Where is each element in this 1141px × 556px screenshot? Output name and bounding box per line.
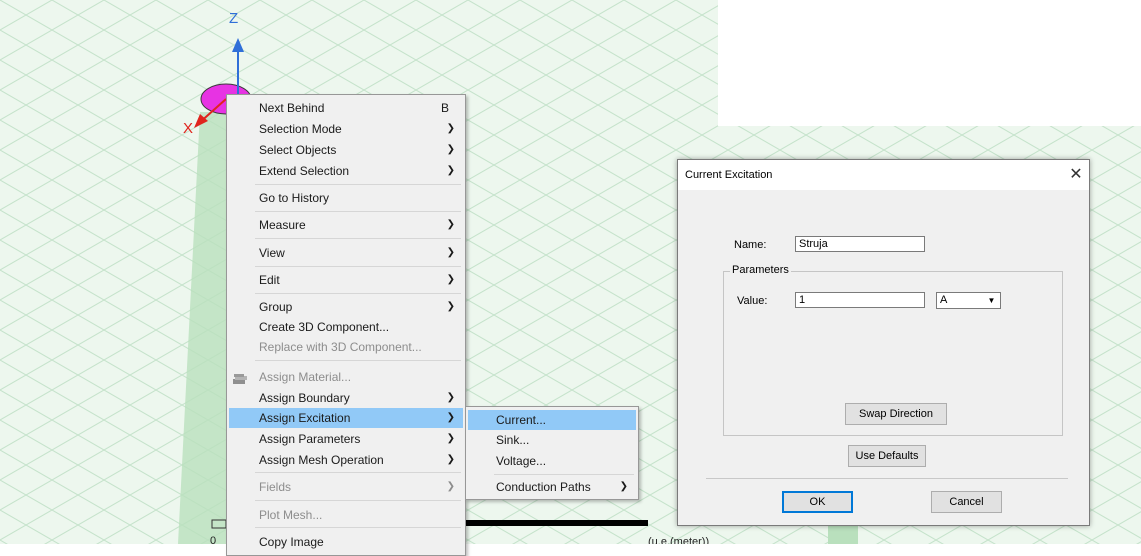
- menu-separator: [494, 474, 634, 475]
- chevron-right-icon: ❯: [446, 412, 455, 423]
- menu-item-label: Voltage...: [496, 454, 547, 468]
- menu-item-fields: Fields ❯: [229, 477, 463, 497]
- ok-button[interactable]: OK: [782, 491, 853, 513]
- menu-item-view[interactable]: View ❯: [229, 243, 463, 263]
- menu-item-label: Edit: [259, 273, 280, 287]
- chevron-right-icon: ❯: [619, 481, 628, 492]
- chevron-right-icon: ❯: [446, 144, 455, 155]
- chevron-right-icon: ❯: [446, 433, 455, 444]
- blank-area: [718, 0, 1141, 126]
- menu-item-label: Assign Boundary: [259, 391, 350, 405]
- menu-item-label: Copy Image: [259, 535, 324, 549]
- menu-item-label: Sink...: [496, 433, 530, 447]
- menu-item-label: Group: [259, 300, 293, 314]
- chevron-right-icon: ❯: [446, 165, 455, 176]
- name-field[interactable]: Struja: [795, 236, 925, 252]
- menu-item-label: Conduction Paths: [496, 480, 591, 494]
- menu-separator: [255, 293, 461, 294]
- menu-item-label: Measure: [259, 218, 306, 232]
- menu-item-replace-3d-component: Replace with 3D Component...: [229, 337, 463, 357]
- menu-item-label: Assign Excitation: [259, 411, 351, 425]
- dialog-title: Current Excitation: [685, 169, 773, 181]
- menu-item-extend-selection[interactable]: Extend Selection ❯: [229, 161, 463, 181]
- z-axis-label: Z: [229, 10, 239, 27]
- x-axis-label: X: [183, 120, 194, 137]
- menu-separator: [255, 360, 461, 361]
- menu-item-plot-mesh: Plot Mesh...: [229, 505, 463, 525]
- menu-item-go-to-history[interactable]: Go to History: [229, 188, 463, 208]
- menu-item-label: Extend Selection: [259, 164, 350, 178]
- shortcut-key: B: [440, 101, 449, 115]
- menu-item-label: Current...: [496, 413, 547, 427]
- menu-item-label: Create 3D Component...: [259, 320, 390, 334]
- menu-item-label: Next Behind: [259, 101, 325, 115]
- submenu-item-voltage[interactable]: Voltage...: [468, 451, 636, 471]
- cancel-button[interactable]: Cancel: [931, 491, 1002, 513]
- menu-item-measure[interactable]: Measure ❯: [229, 215, 463, 235]
- menu-separator: [255, 211, 461, 212]
- menu-item-create-3d-component[interactable]: Create 3D Component...: [229, 317, 463, 337]
- menu-item-edit[interactable]: Edit ❯: [229, 270, 463, 290]
- submenu-item-current[interactable]: Current...: [468, 410, 636, 430]
- menu-separator: [255, 184, 461, 185]
- name-label: Name:: [734, 239, 767, 251]
- menu-item-label: Replace with 3D Component...: [259, 340, 422, 354]
- chevron-right-icon: ❯: [446, 301, 455, 312]
- parameters-group-label: Parameters: [730, 264, 791, 276]
- excitation-submenu: Current... Sink... Voltage... Conduction…: [465, 406, 639, 500]
- menu-item-next-behind[interactable]: Next Behind B: [229, 98, 463, 118]
- menu-item-assign-boundary[interactable]: Assign Boundary ❯: [229, 388, 463, 408]
- menu-item-label: Assign Parameters: [259, 432, 361, 446]
- use-defaults-button[interactable]: Use Defaults: [848, 445, 926, 467]
- menu-separator: [255, 238, 461, 239]
- chevron-down-icon: ▼: [987, 296, 996, 305]
- menu-item-label: Fields: [259, 480, 292, 494]
- value-label: Value:: [737, 295, 768, 307]
- menu-item-select-objects[interactable]: Select Objects ❯: [229, 140, 463, 160]
- close-icon[interactable]: ✕: [1065, 164, 1087, 186]
- menu-separator: [255, 266, 461, 267]
- submenu-item-conduction-paths[interactable]: Conduction Paths ❯: [468, 477, 636, 497]
- menu-item-label: View: [259, 246, 285, 260]
- dialog-titlebar[interactable]: Current Excitation ✕: [678, 160, 1089, 190]
- chevron-right-icon: ❯: [446, 123, 455, 134]
- chevron-right-icon: ❯: [446, 219, 455, 230]
- menu-item-label: Go to History: [259, 191, 330, 205]
- chevron-right-icon: ❯: [446, 392, 455, 403]
- swap-direction-button[interactable]: Swap Direction: [845, 403, 947, 425]
- menu-item-selection-mode[interactable]: Selection Mode ❯: [229, 119, 463, 139]
- menu-item-assign-material: Assign Material...: [229, 367, 463, 387]
- menu-separator: [255, 500, 461, 501]
- dialog-separator: [706, 478, 1068, 479]
- unit-select[interactable]: A ▼: [936, 292, 1001, 309]
- chevron-right-icon: ❯: [446, 247, 455, 258]
- ruler-zero-label: 0: [210, 535, 217, 544]
- submenu-item-sink[interactable]: Sink...: [468, 430, 636, 450]
- menu-item-label: Select Objects: [259, 143, 337, 157]
- menu-separator: [255, 472, 461, 473]
- chevron-right-icon: ❯: [446, 481, 455, 492]
- ruler-bar: [466, 520, 648, 526]
- material-icon: [233, 371, 247, 384]
- menu-item-label: Plot Mesh...: [259, 508, 323, 522]
- menu-item-assign-mesh-operation[interactable]: Assign Mesh Operation ❯: [229, 450, 463, 470]
- object-strip: [828, 524, 858, 544]
- unit-select-value: A: [940, 294, 948, 306]
- menu-item-assign-parameters[interactable]: Assign Parameters ❯: [229, 429, 463, 449]
- context-menu: Next Behind B Selection Mode ❯ Select Obje…: [226, 94, 466, 556]
- menu-item-label: Selection Mode: [259, 122, 342, 136]
- ruler-unit-label: (u.e.(meter)): [648, 536, 710, 544]
- menu-item-group[interactable]: Group ❯: [229, 297, 463, 317]
- menu-item-copy-image[interactable]: Copy Image: [229, 532, 463, 552]
- chevron-right-icon: ❯: [446, 274, 455, 285]
- menu-item-label: Assign Mesh Operation: [259, 453, 384, 467]
- menu-item-label: Assign Material...: [259, 370, 352, 384]
- menu-item-assign-excitation[interactable]: Assign Excitation ❯: [229, 408, 463, 428]
- menu-separator: [255, 527, 461, 528]
- value-field[interactable]: 1: [795, 292, 925, 308]
- chevron-right-icon: ❯: [446, 454, 455, 465]
- current-excitation-dialog: Current Excitation ✕ Name: Struja Parame…: [677, 159, 1090, 526]
